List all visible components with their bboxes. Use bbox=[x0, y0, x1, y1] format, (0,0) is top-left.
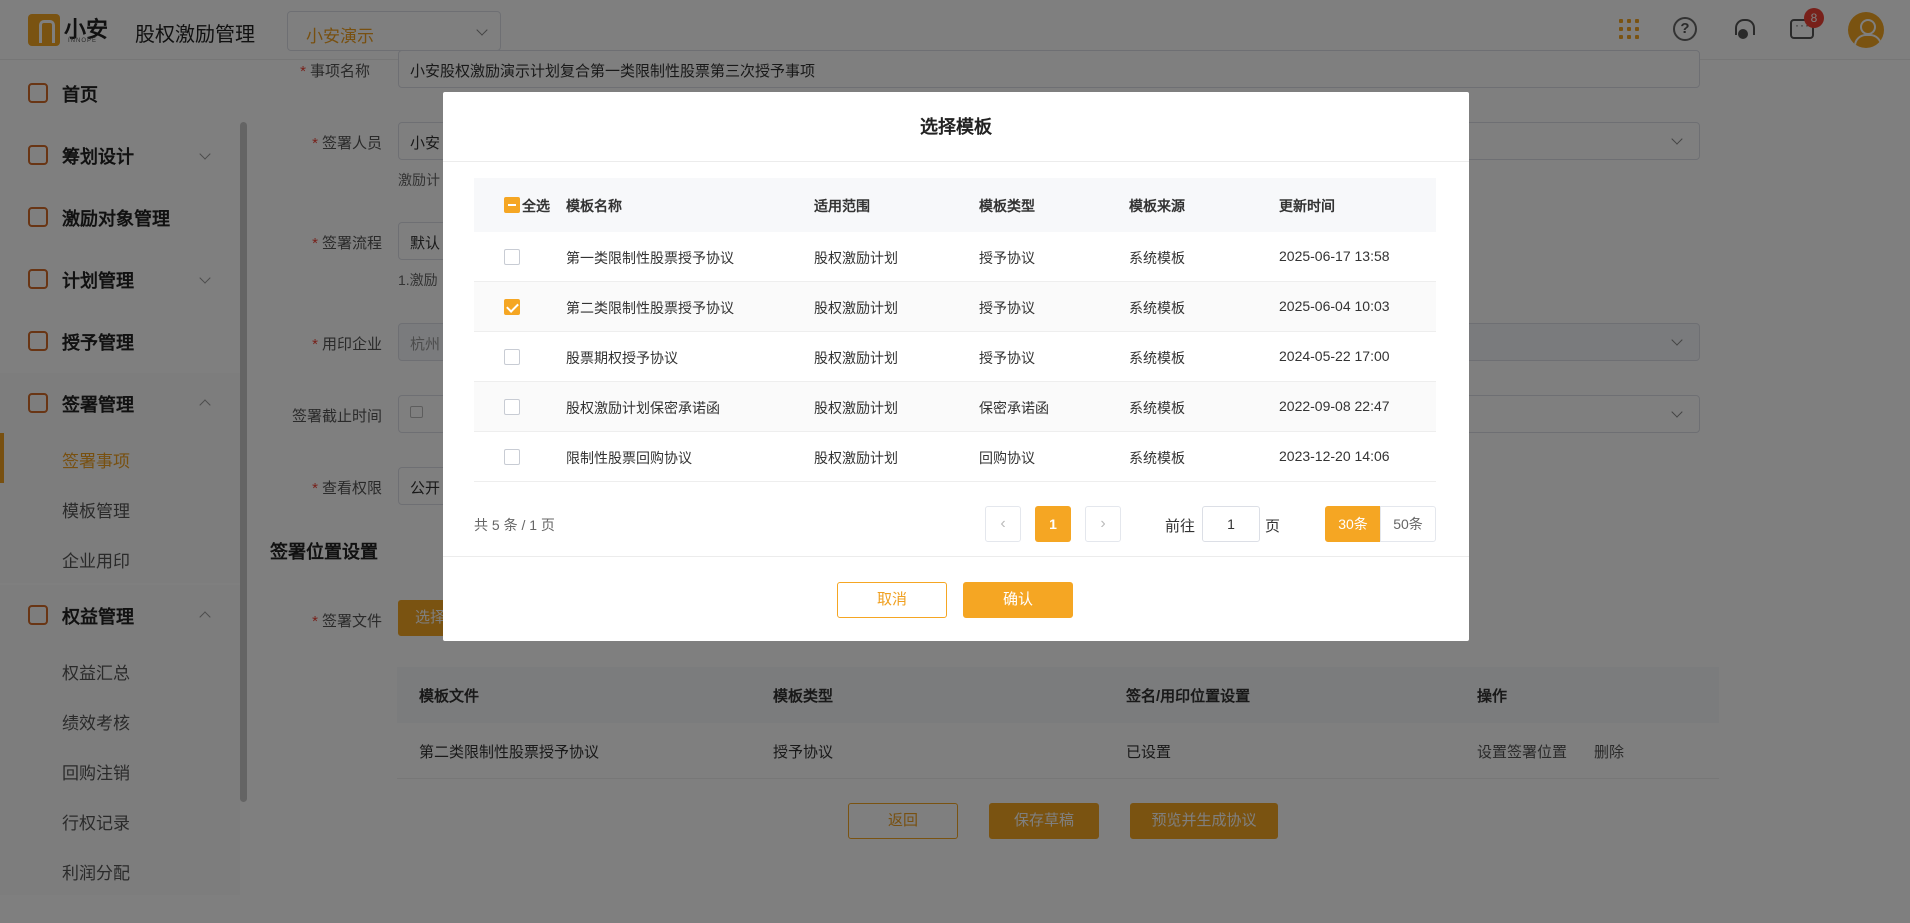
goto-suffix: 页 bbox=[1265, 518, 1281, 535]
table-cell: 保密承诺函 bbox=[979, 400, 1049, 416]
table-cell: 2023-12-20 14:06 bbox=[1279, 448, 1390, 464]
goto-page-input[interactable]: 1 bbox=[1202, 506, 1260, 542]
next-page-button[interactable]: › bbox=[1085, 506, 1121, 542]
select-all-checkbox[interactable] bbox=[504, 197, 520, 213]
table-cell: 授予协议 bbox=[979, 350, 1035, 366]
table-header-cell: 适用范围 bbox=[814, 198, 870, 214]
page-size-30[interactable]: 30条 bbox=[1325, 506, 1381, 542]
template-table: 全选 模板名称 适用范围 模板类型 模板来源 更新时间 第一类限制性股票授予协议… bbox=[474, 178, 1436, 482]
table-cell: 股权激励计划 bbox=[814, 400, 898, 416]
page-size-50[interactable]: 50条 bbox=[1380, 506, 1436, 542]
table-cell: 限制性股票回购协议 bbox=[566, 450, 692, 466]
table-cell: 股权激励计划保密承诺函 bbox=[566, 400, 720, 416]
row-checkbox[interactable] bbox=[504, 399, 520, 415]
table-cell: 系统模板 bbox=[1129, 450, 1185, 466]
table-cell: 2024-05-22 17:00 bbox=[1279, 348, 1390, 364]
table-cell: 股权激励计划 bbox=[814, 450, 898, 466]
table-row[interactable]: 第一类限制性股票授予协议 股权激励计划 授予协议 系统模板 2025-06-17… bbox=[474, 232, 1436, 282]
table-cell: 系统模板 bbox=[1129, 300, 1185, 316]
row-checkbox[interactable] bbox=[504, 249, 520, 265]
table-header-cell: 模板来源 bbox=[1129, 198, 1185, 214]
table-cell: 第二类限制性股票授予协议 bbox=[566, 300, 734, 316]
table-cell: 授予协议 bbox=[979, 250, 1035, 266]
select-all-label[interactable]: 全选 bbox=[522, 196, 550, 216]
table-cell: 2022-09-08 22:47 bbox=[1279, 398, 1390, 414]
table-header-cell: 模板名称 bbox=[566, 198, 622, 214]
table-row[interactable]: 第二类限制性股票授予协议 股权激励计划 授予协议 系统模板 2025-06-04… bbox=[474, 282, 1436, 332]
table-cell: 系统模板 bbox=[1129, 400, 1185, 416]
dialog-title: 选择模板 bbox=[443, 92, 1469, 162]
row-checkbox[interactable] bbox=[504, 449, 520, 465]
table-cell: 回购协议 bbox=[979, 450, 1035, 466]
table-cell: 2025-06-17 13:58 bbox=[1279, 248, 1390, 264]
pagination-total: 共 5 条 / 1 页 bbox=[474, 517, 555, 533]
table-row[interactable]: 股票期权授予协议 股权激励计划 授予协议 系统模板 2024-05-22 17:… bbox=[474, 332, 1436, 382]
select-template-dialog: 选择模板 全选 模板名称 适用范围 模板类型 模板来源 更新时间 第一类限制性股… bbox=[443, 92, 1469, 641]
table-cell: 股票期权授予协议 bbox=[566, 350, 678, 366]
confirm-button[interactable]: 确认 bbox=[963, 582, 1073, 618]
table-cell: 2025-06-04 10:03 bbox=[1279, 298, 1390, 314]
row-checkbox[interactable] bbox=[504, 349, 520, 365]
table-cell: 股权激励计划 bbox=[814, 350, 898, 366]
table-cell: 系统模板 bbox=[1129, 250, 1185, 266]
dialog-divider bbox=[443, 556, 1469, 557]
table-header-cell: 模板类型 bbox=[979, 198, 1035, 214]
goto-label: 前往 bbox=[1165, 518, 1196, 535]
row-checkbox[interactable] bbox=[504, 299, 520, 315]
table-row[interactable]: 股权激励计划保密承诺函 股权激励计划 保密承诺函 系统模板 2022-09-08… bbox=[474, 382, 1436, 432]
table-cell: 第一类限制性股票授予协议 bbox=[566, 250, 734, 266]
table-row[interactable]: 限制性股票回购协议 股权激励计划 回购协议 系统模板 2023-12-20 14… bbox=[474, 432, 1436, 482]
table-cell: 系统模板 bbox=[1129, 350, 1185, 366]
table-cell: 授予协议 bbox=[979, 300, 1035, 316]
table-cell: 股权激励计划 bbox=[814, 250, 898, 266]
table-header: 全选 模板名称 适用范围 模板类型 模板来源 更新时间 bbox=[474, 178, 1436, 232]
cancel-button[interactable]: 取消 bbox=[837, 582, 947, 618]
table-header-cell: 更新时间 bbox=[1279, 198, 1335, 214]
page-number-1[interactable]: 1 bbox=[1035, 506, 1071, 542]
table-cell: 股权激励计划 bbox=[814, 300, 898, 316]
prev-page-button[interactable]: ‹ bbox=[985, 506, 1021, 542]
